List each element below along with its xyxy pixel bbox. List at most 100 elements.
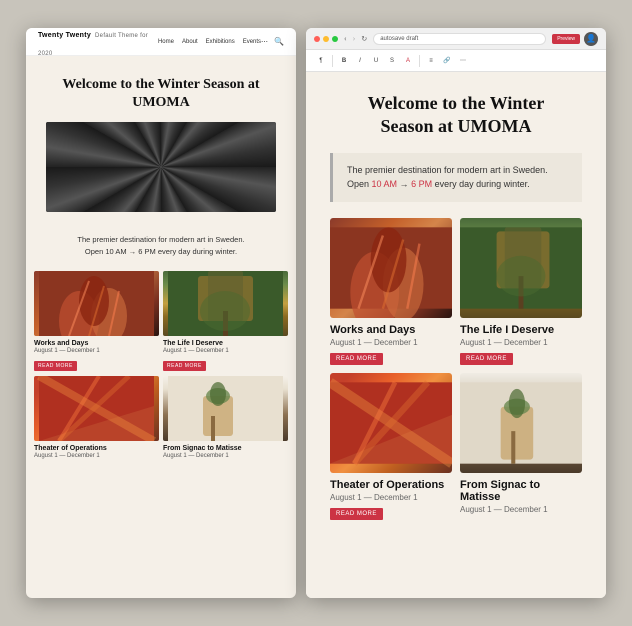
signac-artwork xyxy=(163,376,288,441)
list-item: Works and Days August 1 — December 1 REA… xyxy=(330,218,452,365)
right-theater-artwork xyxy=(330,373,452,473)
right-works-date: August 1 — December 1 xyxy=(330,338,452,347)
nav-about[interactable]: About xyxy=(182,39,198,45)
works-days-read-more[interactable]: READ MORE xyxy=(34,361,77,371)
toolbar-link[interactable]: 🔗 xyxy=(440,54,454,68)
arrow-text: → xyxy=(397,179,411,189)
hero-image xyxy=(46,122,276,212)
toolbar-strikethrough[interactable]: S xyxy=(385,54,399,68)
back-icon[interactable]: ‹ xyxy=(344,34,347,43)
right-panel-editor: ‹ › ↻ autosave draft Preview 👤 ¶ B I U S… xyxy=(306,28,606,598)
right-theater-read-more[interactable]: READ MORE xyxy=(330,508,383,520)
screenshot-container: Twenty Twenty Default Theme for 2020 Hom… xyxy=(26,28,606,598)
left-exhibitions-grid: Works and Days August 1 — December 1 REA… xyxy=(26,267,296,463)
right-works-title: Works and Days xyxy=(330,324,452,336)
signac-image xyxy=(163,376,288,441)
right-signac-date: August 1 — December 1 xyxy=(460,505,582,514)
right-theater-title: Theater of Operations xyxy=(330,479,452,491)
theater-image xyxy=(34,376,159,441)
nav-icons: ⋯ 🔍 xyxy=(261,37,284,46)
forward-icon[interactable]: › xyxy=(353,34,356,43)
browser-controls xyxy=(314,36,338,42)
close-button[interactable] xyxy=(314,36,320,42)
logo-area: Twenty Twenty Default Theme for 2020 xyxy=(38,28,158,60)
nav-events[interactable]: Events xyxy=(243,39,261,45)
list-item: From Signac to Matisse August 1 — Decemb… xyxy=(460,373,582,520)
works-days-image xyxy=(34,271,159,336)
toolbar-separator-2 xyxy=(419,55,420,67)
description-line1: The premier destination for modern art i… xyxy=(347,165,548,175)
time-start: 10 AM xyxy=(372,179,398,189)
left-hero-section: Welcome to the Winter Season at UMOMA xyxy=(26,56,296,224)
browser-top-bar: ‹ › ↻ autosave draft Preview 👤 xyxy=(306,28,606,50)
right-signac-artwork xyxy=(460,373,582,473)
signac-title: From Signac to Matisse xyxy=(163,445,288,452)
right-theater-image xyxy=(330,373,452,473)
toolbar-italic[interactable]: I xyxy=(353,54,367,68)
right-hero-title: Welcome to the WinterSeason at UMOMA xyxy=(330,92,582,139)
toolbar-color[interactable]: A xyxy=(401,54,415,68)
toolbar-align-left[interactable]: ≡ xyxy=(424,54,438,68)
works-days-date: August 1 — December 1 xyxy=(34,348,159,354)
user-avatar[interactable]: 👤 xyxy=(584,32,598,46)
reload-icon[interactable]: ↻ xyxy=(361,35,367,43)
minimize-button[interactable] xyxy=(323,36,329,42)
address-bar[interactable]: autosave draft xyxy=(373,33,546,45)
right-hero: Welcome to the WinterSeason at UMOMA xyxy=(330,92,582,139)
theater-artwork xyxy=(34,376,159,441)
list-item: From Signac to Matisse August 1 — Decemb… xyxy=(163,376,288,459)
works-days-title: Works and Days xyxy=(34,340,159,347)
right-life-title: The Life I Deserve xyxy=(460,324,582,336)
preview-button[interactable]: Preview xyxy=(552,34,580,44)
life-deserve-image xyxy=(163,271,288,336)
nav-home[interactable]: Home xyxy=(158,39,174,45)
signac-date: August 1 — December 1 xyxy=(163,453,288,459)
life-deserve-title: The Life I Deserve xyxy=(163,340,288,347)
right-works-artwork xyxy=(330,218,452,318)
toolbar-bold[interactable]: B xyxy=(337,54,351,68)
right-content-area: Welcome to the WinterSeason at UMOMA The… xyxy=(306,72,606,598)
site-logo: Twenty Twenty xyxy=(38,32,91,39)
right-life-read-more[interactable]: READ MORE xyxy=(460,353,513,365)
life-deserve-date: August 1 — December 1 xyxy=(163,348,288,354)
right-exhibitions-grid: Works and Days August 1 — December 1 REA… xyxy=(330,218,582,520)
list-item: Theater of Operations August 1 — Decembe… xyxy=(34,376,159,459)
search-icon[interactable]: 🔍 xyxy=(274,37,284,46)
editor-toolbar: ¶ B I U S A ≡ 🔗 ⋯ xyxy=(306,50,606,72)
right-signac-image xyxy=(460,373,582,473)
life-deserve-artwork xyxy=(163,271,288,336)
life-deserve-read-more[interactable]: READ MORE xyxy=(163,361,206,371)
right-life-date: August 1 — December 1 xyxy=(460,338,582,347)
list-item: Theater of Operations August 1 — Decembe… xyxy=(330,373,452,520)
maximize-button[interactable] xyxy=(332,36,338,42)
right-signac-title: From Signac to Matisse xyxy=(460,479,582,503)
left-panel-website: Twenty Twenty Default Theme for 2020 Hom… xyxy=(26,28,296,598)
list-item: The Life I Deserve August 1 — December 1… xyxy=(460,218,582,365)
list-item: The Life I Deserve August 1 — December 1… xyxy=(163,271,288,372)
right-life-image xyxy=(460,218,582,318)
right-theater-date: August 1 — December 1 xyxy=(330,493,452,502)
nav-links: Home About Exhibitions Events xyxy=(158,39,261,45)
left-hero-title: Welcome to the Winter Season at UMOMA xyxy=(46,76,276,112)
toolbar-underline[interactable]: U xyxy=(369,54,383,68)
toolbar-paragraph[interactable]: ¶ xyxy=(314,54,328,68)
right-works-image xyxy=(330,218,452,318)
toolbar-more[interactable]: ⋯ xyxy=(456,54,470,68)
description-line2: Open xyxy=(347,179,372,189)
list-item: Works and Days August 1 — December 1 REA… xyxy=(34,271,159,372)
theater-title: Theater of Operations xyxy=(34,445,159,452)
right-description-block: The premier destination for modern art i… xyxy=(330,153,582,202)
right-works-read-more[interactable]: READ MORE xyxy=(330,353,383,365)
menu-icon[interactable]: ⋯ xyxy=(261,38,268,46)
time-end: 6 PM xyxy=(411,179,432,189)
left-description: The premier destination for modern art i… xyxy=(26,224,296,267)
nav-exhibitions[interactable]: Exhibitions xyxy=(206,39,235,45)
hero-waves-pattern xyxy=(46,122,276,212)
description-end: every day during winter. xyxy=(432,179,530,189)
right-description-text: The premier destination for modern art i… xyxy=(347,163,568,192)
works-days-artwork xyxy=(34,271,159,336)
top-bar-actions: Preview 👤 xyxy=(552,32,598,46)
toolbar-separator xyxy=(332,55,333,67)
address-text: autosave draft xyxy=(380,36,418,42)
theater-date: August 1 — December 1 xyxy=(34,453,159,459)
